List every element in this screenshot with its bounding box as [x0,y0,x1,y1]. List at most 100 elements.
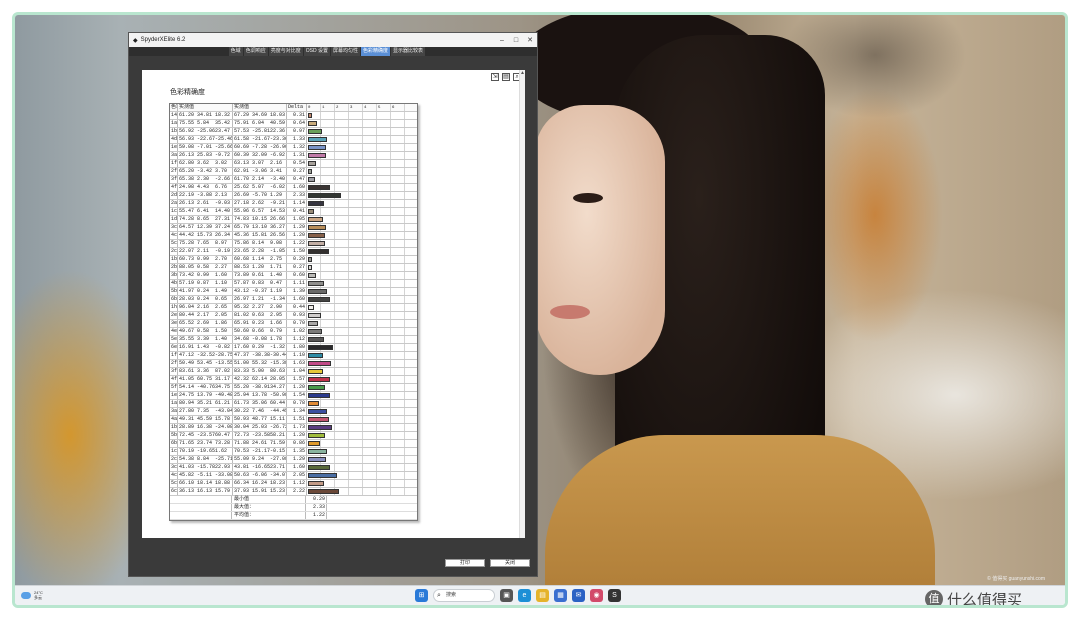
store-icon[interactable]: ▦ [554,589,567,602]
reference-lab: 57.53 -25.8122.36 [233,128,287,135]
delta-e-bar [308,401,319,406]
summary-value: 0.29 [306,496,327,503]
lab-value: 73.28 [215,440,231,446]
wallpaper-face [535,105,665,375]
table-row: 3c 64.57 12.39 37.24 65.79 13.10 36.27 1.29 [170,224,417,232]
start-icon[interactable]: ⊞ [415,589,428,602]
delta-e-value: 1.63 [287,360,307,367]
patch-id: 1f [171,160,178,167]
spyder-icon[interactable]: S [608,589,621,602]
export-icon[interactable]: ⇲ [491,73,499,81]
lab-value: 0.99 [197,256,210,262]
delta-e-bar-cell [307,408,417,415]
tab-item[interactable]: 色调响应 [243,47,268,56]
patch-id: 6c [171,488,178,495]
search-input[interactable]: 搜索 [433,589,495,602]
lab-value: 27.80 [179,408,195,414]
window-footer: 打印 关闭 [129,550,537,576]
tab-item[interactable]: 色域 [228,47,243,56]
measured-lab: 73.42 0.99 1.60 [178,272,233,279]
file-explorer-icon[interactable]: ▤ [536,589,549,602]
lab-value: 0.87 [197,280,210,286]
watermark-text: © 值得买 guanyunshi.com [987,576,1045,582]
window-title: SpyderXElite 6.2 [140,37,186,43]
lab-value: 35.42 [215,120,231,126]
delta-e-value: 1.31 [287,152,307,159]
reference-lab: 47.37 -38.38-30.44 [233,352,287,359]
weather-widget[interactable]: 24°C 多云 [21,590,43,600]
tab-item[interactable]: 亮度与对比度 [268,47,303,56]
patch-id: 3f [171,176,178,183]
app-window[interactable]: ◆ SpyderXElite 6.2 – □ ✕ 色域 色调响应 亮度与对比度 OSD… [128,32,538,577]
measured-lab: 75.28 7.65 8.97 [178,240,233,247]
lab-value: 1.86 [215,320,228,326]
lab-value: -43.04 [215,408,233,414]
tab-item[interactable]: 显示器比较表 [390,47,425,56]
tab-item[interactable]: 屏幕均匀性 [330,47,360,56]
delta-e-bar [308,417,330,422]
table-row: 2a 26.13 2.61 -9.03 27.18 2.62 -9.21 1.14 [170,200,417,208]
scale-tick: 1 [322,106,325,110]
table-row: 4b 57.19 0.87 1.10 57.87 0.83 0.47 1.11 [170,280,417,288]
lab-value: 61.70 [234,176,250,182]
reference-lab: 75.86 8.14 9.08 [233,240,287,247]
lab-value: -23.36 [270,136,287,142]
lab-value: 1.21 [252,296,265,302]
measured-lab: 59.08 -7.01 -25.66 [178,144,233,151]
delta-e-bar [308,193,341,198]
lab-value: 88.53 [234,264,250,270]
delta-e-bar [308,457,327,462]
lab-value: 56.92 [179,128,195,134]
tab-item[interactable]: OSD 设置 [303,47,330,56]
delta-e-bar [308,145,327,150]
lab-value: 2.61 [197,200,210,206]
vertical-scrollbar[interactable]: ▲ [519,70,525,538]
patch-id: 2b [171,264,178,271]
table-row: 1a 75.55 5.84 35.42 75.91 6.04 40.59 0.64 [170,120,417,128]
save-icon[interactable]: ▤ [502,73,510,81]
lab-value: 55.09 [234,456,250,462]
delta-e-value: 1.50 [287,248,307,255]
lab-value: -6.02 [270,184,286,190]
table-row: 1b 56.92 -25.0623.47 57.53 -25.8122.36 0.97 [170,128,417,136]
close-button[interactable]: 关闭 [490,559,530,567]
mail-icon[interactable]: ✉ [572,589,585,602]
tab-item[interactable]: 色彩精确度 [360,47,390,56]
measured-lab: 41.97 0.24 1.49 [178,288,233,295]
summary-spacer [170,512,232,519]
print-button[interactable]: 打印 [445,559,485,567]
patch-id: 6e [171,344,178,351]
lab-value: 15.79 [215,488,231,494]
edge-icon[interactable]: e [518,589,531,602]
lab-value: 55.32 [252,360,268,366]
delta-e-bar [308,257,313,262]
patch-id: 1c [171,208,178,215]
reference-lab: 42.32 62.14 28.05 [233,376,287,383]
delta-e-value: 1.12 [287,336,307,343]
measured-lab: 61.20 34.81 18.32 [178,112,233,119]
lab-value: 1.60 [215,272,228,278]
close-icon[interactable]: ✕ [523,36,537,44]
lab-value: 54.14 [179,384,195,390]
lab-value: 24.75 [179,392,195,398]
lab-value: 34.81 [197,112,213,118]
photos-icon[interactable]: ◉ [590,589,603,602]
delta-e-value: 0.44 [287,304,307,311]
measured-lab: 28.03 0.24 0.65 [178,296,233,303]
scroll-up-icon[interactable]: ▲ [520,70,525,76]
maximize-icon[interactable]: □ [509,37,523,44]
lab-value: -3.42 [197,168,213,174]
lab-value: -25.81 [252,128,271,134]
delta-e-value: 1.57 [287,376,307,383]
report-panel: ⇲ ▤ ⌕ 色彩精确度 色块 实测值 实测值 Delta E 0 1 2 3 4 5 6 1… [142,70,525,538]
delta-e-bar-cell [307,216,417,223]
lab-value: 75.28 [179,240,195,246]
lab-value: 0.23 [252,320,265,326]
lab-value: 83.61 [179,368,195,374]
task-view-icon[interactable]: ▣ [500,589,513,602]
window-titlebar[interactable]: ◆ SpyderXElite 6.2 – □ ✕ [129,33,537,47]
lab-value: 60.44 [270,400,286,406]
minimize-icon[interactable]: – [495,37,509,44]
table-row: 3f 83.61 3.36 87.02 83.33 5.00 80.63 1.04 [170,368,417,376]
patch-id: 3e [171,320,178,327]
